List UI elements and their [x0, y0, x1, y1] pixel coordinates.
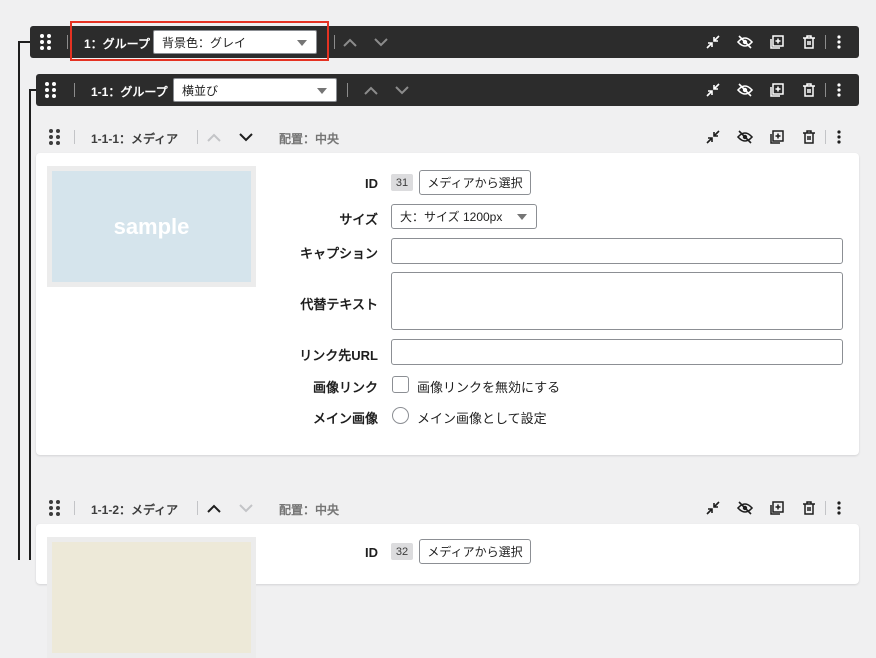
- separator: [74, 501, 75, 515]
- eye-slash-icon[interactable]: [736, 129, 754, 145]
- duplicate-icon[interactable]: [769, 500, 785, 516]
- highlight-box: [70, 21, 329, 61]
- trash-icon[interactable]: [801, 129, 817, 145]
- media-2-header: 1-1-2：メディア 配置：中央: [36, 493, 859, 523]
- media-1-header: 1-1-1：メディア 配置：中央: [36, 122, 859, 152]
- disable-image-link-checkbox[interactable]: [392, 376, 409, 393]
- group-1-1-layout-select-value: 横並び: [182, 83, 219, 98]
- image-link-label: 画像リンク: [312, 380, 378, 395]
- chevron-down-icon[interactable]: [393, 82, 411, 98]
- drag-handle-icon[interactable]: [49, 500, 61, 516]
- media-2-thumbnail[interactable]: [47, 537, 256, 658]
- main-image-radio[interactable]: [392, 407, 409, 424]
- drag-handle-icon[interactable]: [49, 129, 61, 145]
- trash-icon[interactable]: [801, 82, 817, 98]
- eye-slash-icon[interactable]: [736, 34, 754, 50]
- separator: [74, 83, 75, 97]
- link-url-input[interactable]: [391, 339, 843, 365]
- separator: [334, 35, 335, 49]
- main-image-label: メイン画像: [312, 411, 378, 426]
- select-from-media-button[interactable]: メディアから選択: [419, 170, 531, 195]
- collapse-icon[interactable]: [705, 129, 721, 145]
- chevron-up-icon[interactable]: [205, 500, 223, 516]
- size-label: サイズ: [339, 212, 378, 227]
- media-id-value: 31: [395, 176, 409, 189]
- drag-handle-icon[interactable]: [40, 34, 52, 50]
- more-vertical-icon[interactable]: [833, 500, 845, 516]
- chevron-down-icon[interactable]: [237, 129, 255, 145]
- chevron-up-icon[interactable]: [205, 129, 223, 145]
- media-2-title: 1-1-2：メディア: [91, 503, 179, 517]
- separator: [825, 501, 826, 515]
- collapse-icon[interactable]: [705, 34, 721, 50]
- separator: [74, 130, 75, 144]
- tree-line-outer-branch: [18, 41, 30, 43]
- more-vertical-icon[interactable]: [833, 34, 845, 50]
- caption-input[interactable]: [391, 238, 843, 264]
- separator: [197, 130, 198, 144]
- media-1-title: 1-1-1：メディア: [91, 132, 179, 146]
- thumbnail-sample-text: sample: [113, 213, 190, 239]
- chevron-down-icon: [517, 214, 527, 220]
- media-2-placement: 配置：中央: [279, 503, 340, 517]
- separator: [825, 83, 826, 97]
- chevron-up-icon[interactable]: [341, 34, 359, 50]
- more-vertical-icon[interactable]: [833, 82, 845, 98]
- separator: [825, 130, 826, 144]
- media-1-placement: 配置：中央: [279, 132, 340, 146]
- more-vertical-icon[interactable]: [833, 129, 845, 145]
- group-1-1-layout-select[interactable]: 横並び: [173, 78, 337, 102]
- separator: [825, 35, 826, 49]
- size-select[interactable]: 大：サイズ 1200px: [391, 204, 537, 229]
- media-id-badge: 32: [391, 543, 413, 560]
- collapse-icon[interactable]: [705, 82, 721, 98]
- trash-icon[interactable]: [801, 34, 817, 50]
- chevron-down-icon[interactable]: [237, 500, 255, 516]
- chevron-down-icon[interactable]: [372, 34, 390, 50]
- disable-image-link-text: 画像リンクを無効にする: [417, 380, 561, 395]
- eye-slash-icon[interactable]: [736, 82, 754, 98]
- tree-line-outer: [18, 41, 20, 560]
- separator: [347, 83, 348, 97]
- media-1-thumbnail[interactable]: sample: [47, 166, 256, 287]
- select-from-media-button[interactable]: メディアから選択: [419, 539, 531, 564]
- duplicate-icon[interactable]: [769, 34, 785, 50]
- group-1-1-toolbar: 1-1：グループ 横並び: [36, 74, 859, 106]
- drag-handle-icon[interactable]: [45, 82, 57, 98]
- duplicate-icon[interactable]: [769, 129, 785, 145]
- media-1-thumbnail-image: sample: [52, 171, 251, 282]
- link-url-label: リンク先URL: [299, 348, 378, 363]
- collapse-icon[interactable]: [705, 500, 721, 516]
- alt-text-label: 代替テキスト: [300, 297, 378, 312]
- alt-text-textarea[interactable]: [391, 272, 843, 330]
- group-1-1-title: 1-1：グループ: [91, 85, 168, 99]
- main-image-option-text: メイン画像として設定: [417, 411, 547, 426]
- trash-icon[interactable]: [801, 500, 817, 516]
- eye-slash-icon[interactable]: [736, 500, 754, 516]
- media-2-thumbnail-image: [52, 542, 251, 653]
- id-label: ID: [365, 176, 378, 191]
- chevron-up-icon[interactable]: [362, 82, 380, 98]
- caption-label: キャプション: [299, 246, 378, 261]
- media-id-badge: 31: [391, 174, 413, 191]
- media-1-card: sample ID 31 メディアから選択 サイズ 大：サイズ 1200px キ…: [36, 153, 859, 455]
- size-select-value: 大：サイズ 1200px: [400, 210, 503, 224]
- separator: [197, 501, 198, 515]
- chevron-down-icon: [317, 88, 327, 94]
- duplicate-icon[interactable]: [769, 82, 785, 98]
- tree-line-inner: [29, 89, 31, 560]
- media-id-value: 32: [395, 545, 409, 558]
- media-2-card: ID 32 メディアから選択: [36, 524, 859, 658]
- separator: [67, 35, 68, 49]
- id-label: ID: [365, 545, 378, 560]
